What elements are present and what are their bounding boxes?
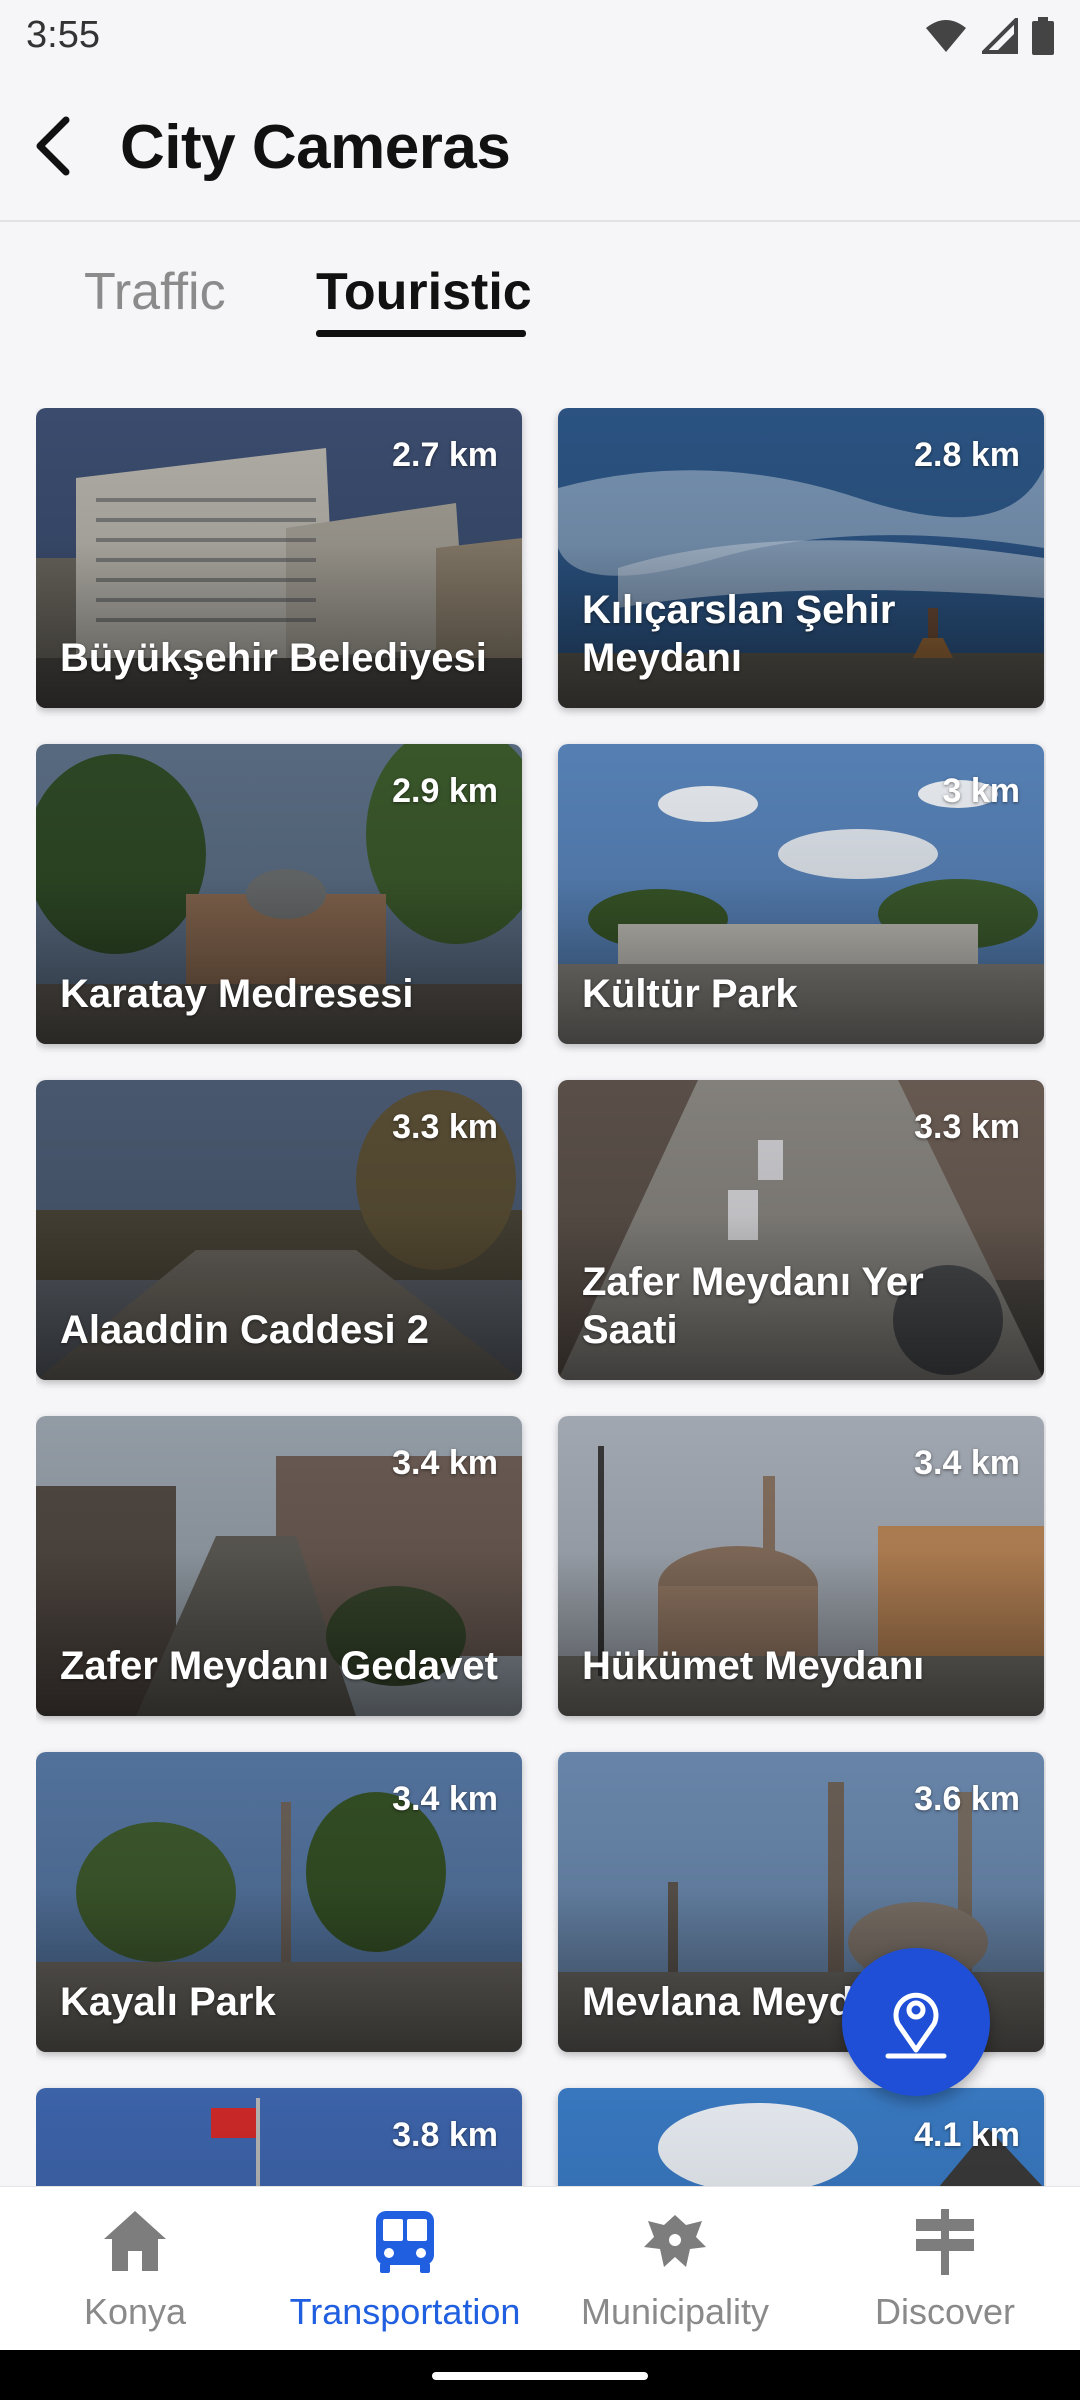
distance-label: 2.8 km xyxy=(914,436,1020,474)
active-tab-indicator xyxy=(316,330,526,337)
camera-name: Hükümet Meydanı xyxy=(582,1644,925,1688)
camera-name: Kültür Park xyxy=(582,972,798,1016)
distance-label: 3.4 km xyxy=(914,1444,1020,1482)
distance-label: 3 km xyxy=(942,772,1021,810)
nav-item-municipality[interactable]: Municipality xyxy=(540,2187,810,2351)
distance-label: 3.6 km xyxy=(914,1780,1020,1818)
distance-label: 4.1 km xyxy=(914,2116,1020,2154)
bus-icon xyxy=(376,2211,434,2273)
camera-name: Kılıçarslan Şehir Meydanı xyxy=(582,588,896,680)
nav-label: Konya xyxy=(83,2291,187,2332)
distance-label: 3.3 km xyxy=(914,1108,1020,1146)
camera-name: Zafer Meydanı Yer Saati xyxy=(582,1260,924,1352)
map-pin-icon xyxy=(885,1992,947,2059)
wifi-icon xyxy=(926,20,966,52)
camera-card[interactable]: 3 km Kültür Park xyxy=(558,744,1044,1044)
nav-item-transportation[interactable]: Transportation xyxy=(270,2187,540,2351)
camera-card[interactable]: 3.8 km xyxy=(36,2088,522,2186)
nav-label: Transportation xyxy=(289,2291,521,2332)
map-view-button[interactable] xyxy=(842,1948,990,2096)
chevron-left-icon xyxy=(36,116,70,176)
tab-bar: Traffic Touristic xyxy=(0,222,1080,352)
distance-label: 3.3 km xyxy=(392,1108,498,1146)
camera-card[interactable]: 3.4 km Hükümet Meydanı xyxy=(558,1416,1044,1716)
home-indicator[interactable] xyxy=(432,2372,648,2380)
nav-label: Municipality xyxy=(580,2291,770,2332)
camera-card[interactable]: 3.4 km Zafer Meydanı Gedavet xyxy=(36,1416,522,1716)
distance-label: 3.4 km xyxy=(392,1780,498,1818)
camera-card[interactable]: 2.7 km Büyükşehir Belediyesi xyxy=(36,408,522,708)
gesture-bar xyxy=(0,2350,1080,2400)
camera-card[interactable]: 3.3 km Zafer Meydanı Yer Saati xyxy=(558,1080,1044,1380)
status-bar: 3:55 xyxy=(0,0,1080,72)
distance-label: 3.8 km xyxy=(392,2116,498,2154)
bottom-nav: Konya Transportation Municipality Discov… xyxy=(0,2186,1080,2351)
home-icon xyxy=(104,2211,166,2271)
distance-label: 2.7 km xyxy=(392,436,498,474)
tab-traffic[interactable]: Traffic xyxy=(84,262,226,322)
camera-name: Zafer Meydanı Gedavet xyxy=(60,1644,498,1688)
app-bar: City Cameras xyxy=(0,72,1080,222)
distance-label: 3.4 km xyxy=(392,1444,498,1482)
page-title: City Cameras xyxy=(120,113,511,182)
camera-name: Büyükşehir Belediyesi xyxy=(60,636,487,680)
camera-card[interactable]: 2.8 km Kılıçarslan Şehir Meydanı xyxy=(558,408,1044,708)
tab-touristic[interactable]: Touristic xyxy=(316,262,532,322)
battery-icon xyxy=(1032,17,1054,55)
camera-name: Alaaddin Caddesi 2 xyxy=(60,1308,429,1352)
status-icons xyxy=(924,16,1054,56)
camera-name: Kayalı Park xyxy=(60,1980,276,2024)
camera-card[interactable]: 2.9 km Karatay Medresesi xyxy=(36,744,522,1044)
back-button[interactable] xyxy=(24,116,84,176)
nav-label: Discover xyxy=(874,2291,1016,2332)
camera-grid: 2.7 km Büyükşehir Belediyesi 2.8 km Kılı… xyxy=(36,408,1046,2186)
nav-item-konya[interactable]: Konya xyxy=(0,2187,270,2351)
camera-name: Karatay Medresesi xyxy=(60,972,414,1016)
camera-card[interactable]: 3.4 km Kayalı Park xyxy=(36,1752,522,2052)
distance-label: 2.9 km xyxy=(392,772,498,810)
nav-item-discover[interactable]: Discover xyxy=(810,2187,1080,2351)
signal-icon xyxy=(982,18,1018,54)
status-time: 3:55 xyxy=(26,14,100,56)
signpost-icon xyxy=(916,2209,974,2275)
camera-card[interactable]: 4.1 km xyxy=(558,2088,1044,2186)
emblem-icon xyxy=(644,2215,706,2267)
camera-card[interactable]: 3.3 km Alaaddin Caddesi 2 xyxy=(36,1080,522,1380)
